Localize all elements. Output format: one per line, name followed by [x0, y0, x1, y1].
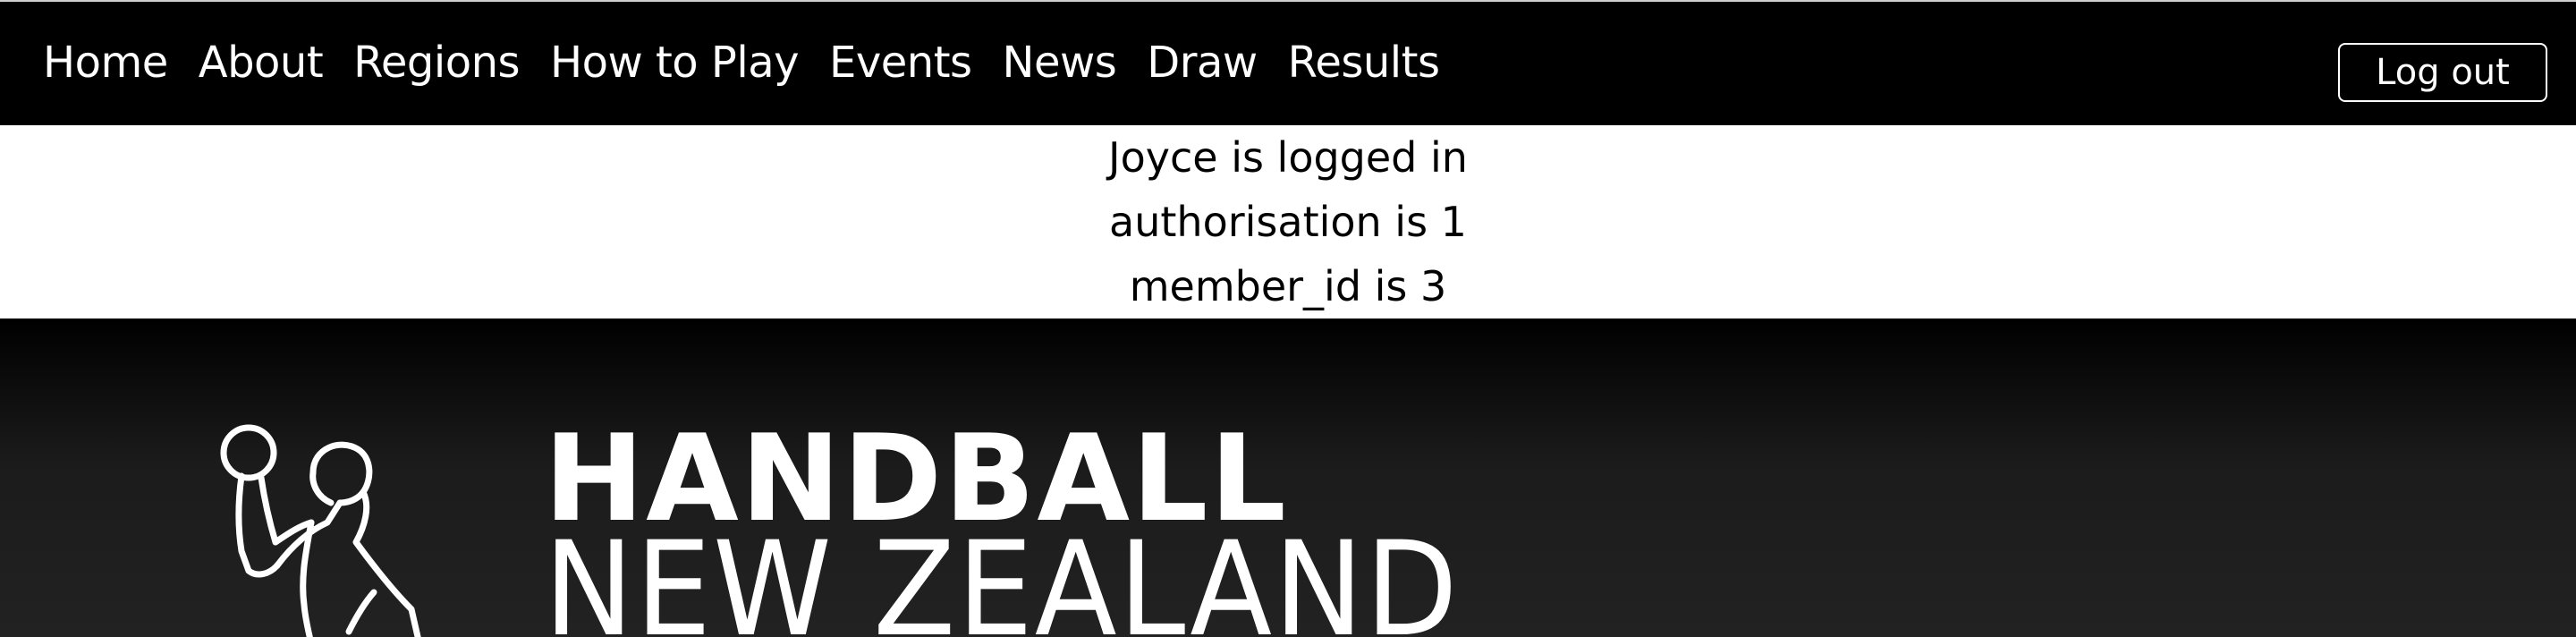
login-status: Joyce is logged in authorisation is 1 me…: [0, 125, 2576, 318]
nav-link-home[interactable]: Home: [43, 34, 168, 91]
logo-line-new-zealand: NEW ZEALAND: [544, 514, 1460, 637]
hero-banner: HANDBALL NEW ZEALAND: [0, 318, 2576, 637]
logged-in-user-text: Joyce is logged in: [1108, 133, 1468, 182]
nav-link-draw[interactable]: Draw: [1147, 34, 1258, 91]
top-navbar: Home About Regions How to Play Events Ne…: [0, 0, 2576, 125]
nav-link-results[interactable]: Results: [1288, 34, 1440, 91]
handball-player-icon: [220, 424, 421, 637]
nav-link-news[interactable]: News: [1003, 34, 1117, 91]
nav-link-events[interactable]: Events: [829, 34, 972, 91]
member-id-text: member_id is 3: [1129, 262, 1447, 310]
handball-nz-logo: HANDBALL NEW ZEALAND: [544, 419, 1539, 637]
main-nav: Home About Regions How to Play Events Ne…: [43, 34, 1470, 91]
nav-link-regions[interactable]: Regions: [353, 34, 520, 91]
logout-button[interactable]: Log out: [2338, 43, 2547, 102]
nav-link-about[interactable]: About: [199, 34, 324, 91]
nav-link-how-to-play[interactable]: How to Play: [550, 34, 800, 91]
authorisation-text: authorisation is 1: [1109, 198, 1467, 246]
